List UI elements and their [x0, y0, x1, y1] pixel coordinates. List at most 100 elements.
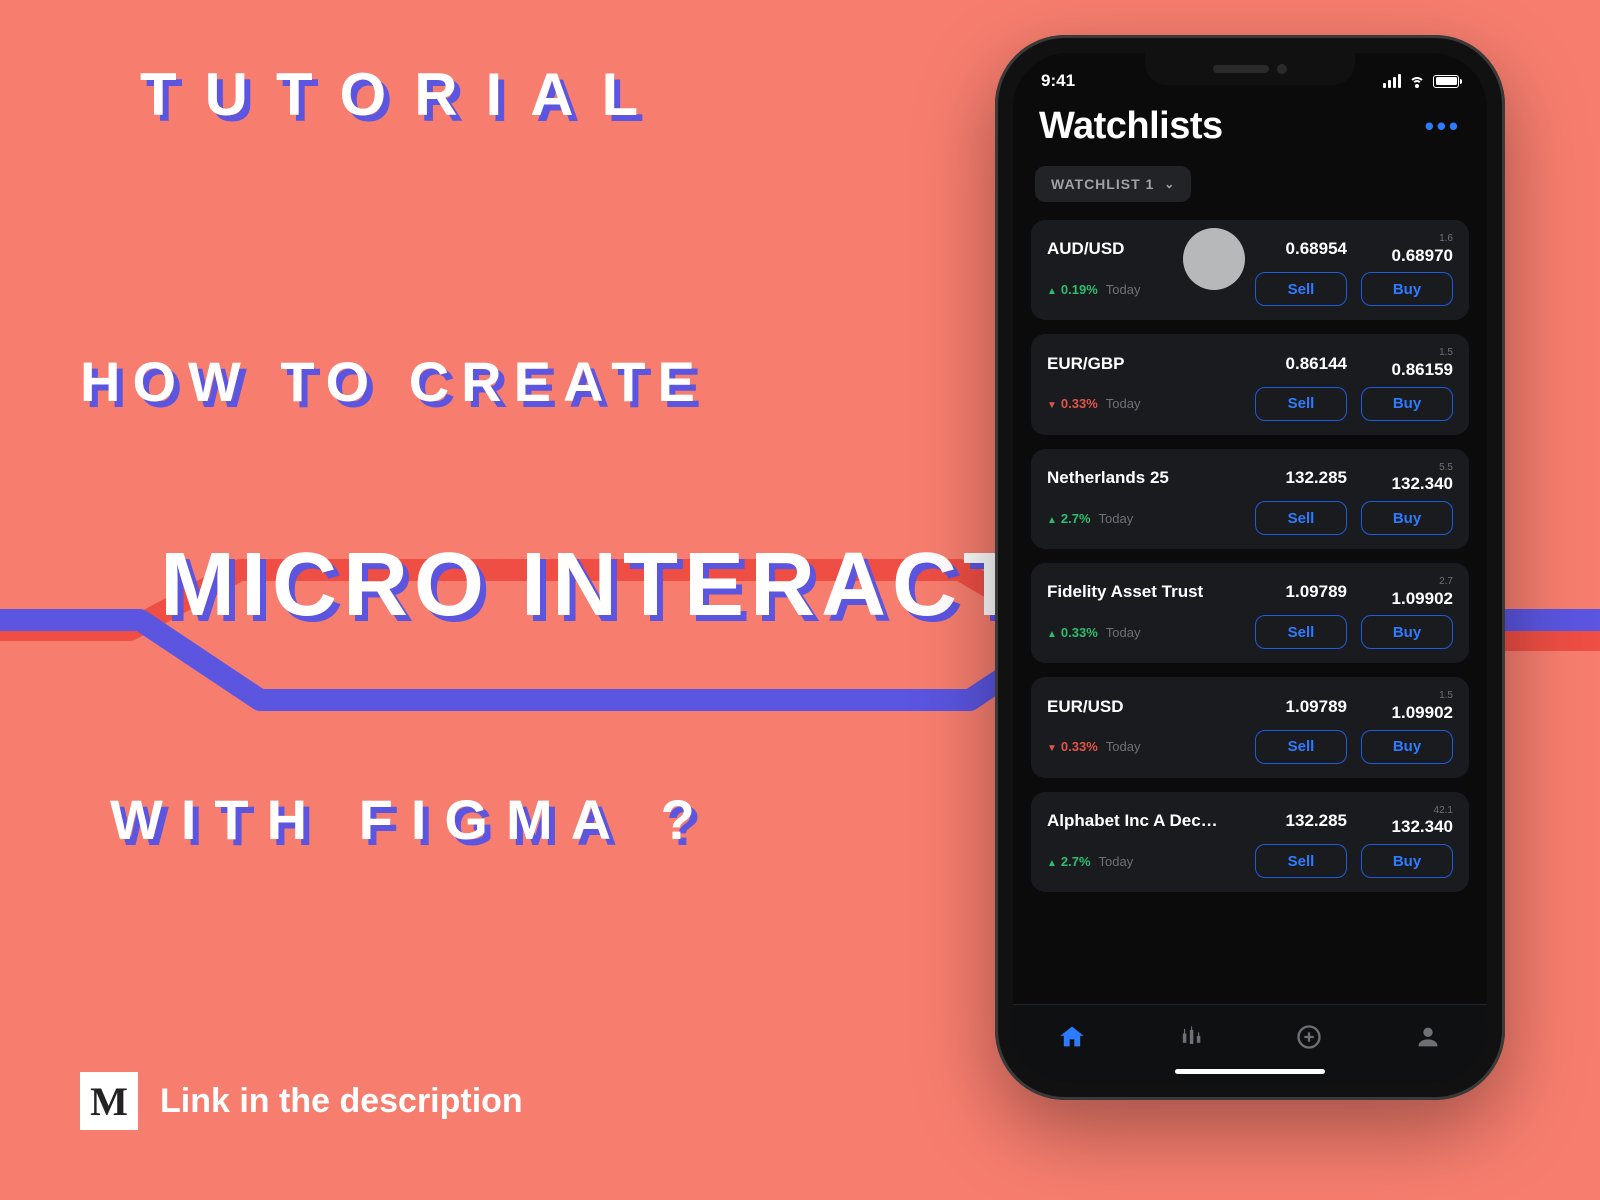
buy-price-wrap: 1.5 1.09902 — [1361, 691, 1453, 721]
hero-line-how: HOW TO CREATE — [80, 349, 980, 414]
medium-icon: M — [80, 1072, 138, 1130]
watchlist-card[interactable]: Alphabet Inc A Dec… 132.285 42.1 132.340… — [1031, 792, 1469, 892]
buy-price-wrap: 1.6 0.68970 — [1361, 234, 1453, 264]
sell-price: 0.68954 — [1286, 240, 1347, 258]
candles-icon — [1177, 1023, 1205, 1051]
buy-button[interactable]: Buy — [1361, 844, 1453, 878]
sell-button[interactable]: Sell — [1255, 272, 1347, 306]
buy-price: 0.86159 — [1392, 361, 1453, 379]
today-label: Today — [1106, 282, 1141, 297]
sell-button[interactable]: Sell — [1255, 730, 1347, 764]
watchlist-card[interactable]: EUR/USD 1.09789 1.5 1.09902 0.33% Today … — [1031, 677, 1469, 777]
pips: 5.5 — [1439, 463, 1453, 474]
tab-bar — [1013, 1004, 1487, 1082]
tab-markets[interactable] — [1168, 1014, 1214, 1060]
today-label: Today — [1099, 511, 1134, 526]
hero-line-micro: MICRO INTERACTIONS — [160, 534, 980, 637]
pips: 1.5 — [1439, 691, 1453, 702]
buy-button[interactable]: Buy — [1361, 615, 1453, 649]
touch-indicator-icon — [1183, 228, 1245, 290]
more-button[interactable]: ••• — [1425, 111, 1461, 142]
status-time: 9:41 — [1041, 71, 1075, 91]
footer-cta: M Link in the description — [80, 1072, 523, 1130]
sell-price-wrap: 132.285 — [1255, 812, 1347, 830]
buy-button[interactable]: Buy — [1361, 501, 1453, 535]
user-icon — [1414, 1023, 1442, 1051]
pips: 42.1 — [1434, 806, 1453, 817]
change-row: 0.33% Today — [1047, 625, 1241, 640]
arrow-up-icon: 2.7% — [1047, 511, 1091, 526]
buy-button[interactable]: Buy — [1361, 730, 1453, 764]
buy-price: 132.340 — [1392, 475, 1453, 493]
change-row: 0.33% Today — [1047, 396, 1241, 411]
hero-line-tutorial: TUTORIAL — [140, 60, 980, 129]
wifi-icon — [1408, 74, 1426, 88]
arrow-up-icon: 0.19% — [1047, 282, 1098, 297]
watchlist-selector-label: WATCHLIST 1 — [1051, 176, 1154, 192]
today-label: Today — [1099, 854, 1134, 869]
buy-price-wrap: 1.5 0.86159 — [1361, 348, 1453, 378]
sell-button[interactable]: Sell — [1255, 387, 1347, 421]
change-row: 0.33% Today — [1047, 739, 1241, 754]
buy-price: 132.340 — [1392, 818, 1453, 836]
watchlist-card[interactable]: Fidelity Asset Trust 1.09789 2.7 1.09902… — [1031, 563, 1469, 663]
sell-button[interactable]: Sell — [1255, 844, 1347, 878]
buy-price: 1.09902 — [1392, 590, 1453, 608]
sell-price-wrap: 132.285 — [1255, 469, 1347, 487]
arrow-down-icon: 0.33% — [1047, 396, 1098, 411]
signal-icon — [1383, 74, 1401, 88]
phone-notch — [1145, 53, 1355, 85]
tab-add[interactable] — [1286, 1014, 1332, 1060]
buy-price-wrap: 2.7 1.09902 — [1361, 577, 1453, 607]
instrument-symbol: Netherlands 25 — [1047, 468, 1241, 488]
sell-price-wrap: 0.68954 — [1255, 240, 1347, 258]
instrument-symbol: EUR/GBP — [1047, 354, 1241, 374]
change-row: 2.7% Today — [1047, 854, 1241, 869]
watchlist-card[interactable]: EUR/GBP 0.86144 1.5 0.86159 0.33% Today … — [1031, 334, 1469, 434]
battery-icon — [1433, 75, 1459, 88]
phone-screen: 9:41 Watchlists ••• WATCHLIST 1 ⌄ AUD/US… — [1013, 53, 1487, 1082]
today-label: Today — [1106, 625, 1141, 640]
page-title: Watchlists — [1039, 105, 1223, 148]
tab-profile[interactable] — [1405, 1014, 1451, 1060]
sell-price: 1.09789 — [1286, 698, 1347, 716]
sell-price: 1.09789 — [1286, 583, 1347, 601]
pips: 1.5 — [1439, 348, 1453, 359]
plus-circle-icon — [1295, 1023, 1323, 1051]
cta-text: Link in the description — [160, 1082, 523, 1121]
buy-button[interactable]: Buy — [1361, 387, 1453, 421]
today-label: Today — [1106, 396, 1141, 411]
watchlist-cards: AUD/USD 0.68954 1.6 0.68970 0.19% Today … — [1013, 220, 1487, 982]
arrow-up-icon: 2.7% — [1047, 854, 1091, 869]
phone-frame: 9:41 Watchlists ••• WATCHLIST 1 ⌄ AUD/US… — [995, 35, 1505, 1100]
instrument-symbol: Alphabet Inc A Dec… — [1047, 811, 1241, 831]
sell-price: 132.285 — [1286, 812, 1347, 830]
change-row: 2.7% Today — [1047, 511, 1241, 526]
pips: 2.7 — [1439, 577, 1453, 588]
buy-button[interactable]: Buy — [1361, 272, 1453, 306]
sell-price: 132.285 — [1286, 469, 1347, 487]
today-label: Today — [1106, 739, 1141, 754]
sell-price-wrap: 1.09789 — [1255, 583, 1347, 601]
sell-button[interactable]: Sell — [1255, 501, 1347, 535]
arrow-up-icon: 0.33% — [1047, 625, 1098, 640]
sell-price: 0.86144 — [1286, 355, 1347, 373]
watchlist-selector[interactable]: WATCHLIST 1 ⌄ — [1035, 166, 1191, 202]
watchlist-card[interactable]: Netherlands 25 132.285 5.5 132.340 2.7% … — [1031, 449, 1469, 549]
sell-button[interactable]: Sell — [1255, 615, 1347, 649]
home-indicator — [1175, 1069, 1325, 1074]
buy-price: 0.68970 — [1392, 247, 1453, 265]
instrument-symbol: Fidelity Asset Trust — [1047, 582, 1241, 602]
watchlist-card[interactable]: AUD/USD 0.68954 1.6 0.68970 0.19% Today … — [1031, 220, 1469, 320]
sell-price-wrap: 0.86144 — [1255, 355, 1347, 373]
tab-home[interactable] — [1049, 1014, 1095, 1060]
buy-price-wrap: 42.1 132.340 — [1361, 806, 1453, 836]
hero-line-with: WITH FIGMA ? — [110, 787, 980, 852]
home-icon — [1058, 1023, 1086, 1051]
arrow-down-icon: 0.33% — [1047, 739, 1098, 754]
chevron-down-icon: ⌄ — [1164, 177, 1175, 191]
pips: 1.6 — [1439, 234, 1453, 245]
buy-price-wrap: 5.5 132.340 — [1361, 463, 1453, 493]
buy-price: 1.09902 — [1392, 704, 1453, 722]
sell-price-wrap: 1.09789 — [1255, 698, 1347, 716]
